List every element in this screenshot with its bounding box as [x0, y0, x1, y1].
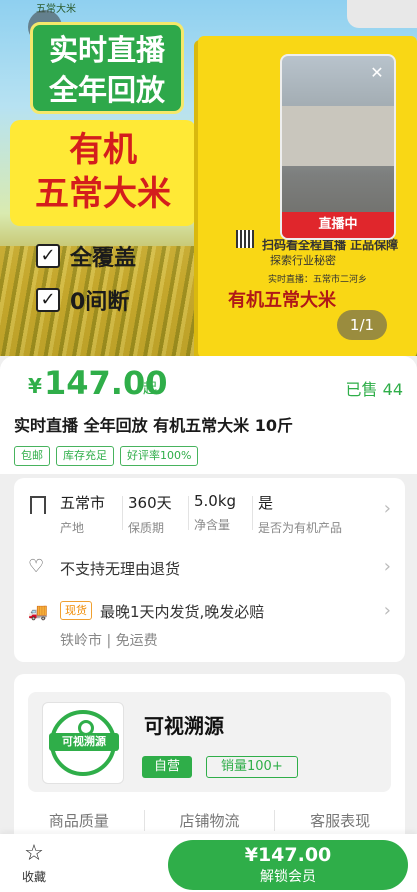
live-badge-line-2: 全年回放	[48, 73, 165, 107]
feature-label: 0间断	[70, 290, 130, 315]
shop-logo: 可视溯源	[42, 702, 124, 784]
package-location-text: 实时直播：五常市二河乡	[268, 275, 368, 285]
tag-rating: 好评率100%	[120, 446, 199, 466]
close-icon[interactable]: ✕	[366, 62, 388, 84]
image-pager: 1/1	[337, 310, 387, 340]
feature-label: 全覆盖	[70, 246, 137, 271]
checkbox-icon: ✓	[36, 288, 60, 312]
chevron-right-icon: ›	[383, 600, 391, 621]
bottom-action-bar: ☆ 收藏 ¥147.00 解锁会员	[0, 834, 417, 892]
product-title: 实时直播 全年回放 有机五常大米 10斤	[14, 416, 293, 435]
spec-divider	[252, 496, 253, 530]
sales-badge: 销量100+	[206, 756, 298, 778]
camera-icon	[347, 0, 417, 28]
live-badge-line-1: 实时直播	[48, 33, 165, 67]
live-video-preview[interactable]: ✕ 直播中	[280, 54, 396, 240]
spec-value: 是	[258, 494, 274, 512]
checkbox-icon: ✓	[36, 244, 60, 268]
spec-divider	[188, 496, 189, 530]
spec-key: 是否为有机产品	[258, 521, 343, 535]
chevron-right-icon: ›	[383, 556, 391, 577]
spec-key: 产地	[60, 521, 85, 535]
spec-value: 5.0kg	[194, 492, 237, 510]
product-image-carousel[interactable]: 五常大米 ‹ 实时直播 全年回放 有机 五常大米 ✓ 全覆盖 ✓ 0间断 扫码看…	[0, 0, 417, 356]
package-product-text: 有机五常大米	[228, 290, 336, 311]
spec-value: 360天	[128, 494, 172, 512]
package-explore-text: 探索行业秘密	[270, 254, 336, 267]
qr-code-icon	[236, 230, 254, 248]
shop-card: 可视溯源 可视溯源 自营 销量100+ 商品质量 店铺物流 客服表现	[14, 674, 405, 844]
favorite-label: 收藏	[21, 870, 46, 884]
chevron-right-icon: ›	[383, 498, 391, 519]
self-operated-badge: 自营	[142, 756, 193, 778]
price-row: ¥ 147.00 起 已售 44	[14, 356, 403, 410]
tag-free-shipping: 包邮	[14, 446, 50, 466]
truck-icon: 🚚	[28, 602, 48, 621]
return-policy-row[interactable]: ♡ 不支持无理由退货 ›	[14, 556, 405, 580]
product-specs-card: 五常市 产地 360天 保质期 5.0kg 净含量 是 是否为有机产品 › ♡ …	[14, 478, 405, 662]
heart-broken-icon: ♡	[28, 556, 45, 577]
product-info-card: ¥ 147.00 起 已售 44 实时直播 全年回放 有机五常大米 10斤 包邮…	[0, 356, 417, 474]
tag-in-stock: 库存充足	[56, 446, 114, 466]
product-name-line-1: 有机	[69, 130, 137, 170]
metric-customer-service: 客服表现	[310, 812, 371, 830]
product-name-badge: 有机 五常大米	[10, 120, 196, 226]
favorite-button[interactable]: ☆ 收藏	[14, 842, 54, 885]
shipping-text: 最晚1天内发货,晚发必赔	[100, 603, 265, 621]
shop-logo-text: 可视溯源	[49, 733, 119, 751]
spec-organic: 是 是否为有机产品	[258, 492, 342, 536]
product-tags: 包邮 库存充足 好评率100%	[14, 446, 403, 466]
shop-metrics: 商品质量 店铺物流 客服表现	[14, 810, 405, 831]
shipping-origin: 铁岭市 | 免运费	[60, 633, 158, 649]
star-icon: ☆	[24, 841, 44, 866]
spec-key: 保质期	[128, 521, 165, 535]
in-stock-badge: 现货	[60, 601, 92, 620]
buy-subtitle: 解锁会员	[260, 869, 316, 885]
warehouse-image	[282, 106, 394, 166]
spec-value: 五常市	[60, 494, 106, 512]
live-replay-badge: 实时直播 全年回放	[30, 22, 184, 114]
price-currency: ¥	[28, 374, 42, 398]
product-name-line-2: 五常大米	[35, 174, 171, 214]
spec-net-weight: 5.0kg 净含量	[194, 492, 236, 533]
spec-key: 净含量	[194, 518, 231, 532]
shop-name: 可视溯源	[144, 714, 224, 738]
bookmark-icon	[30, 496, 46, 514]
buy-button[interactable]: ¥147.00 解锁会员	[168, 840, 408, 890]
spec-origin: 五常市 产地	[60, 492, 105, 536]
spec-shelf-life: 360天 保质期	[128, 492, 172, 536]
metric-logistics: 店铺物流	[145, 810, 276, 831]
price-suffix: 起	[143, 381, 157, 397]
shop-header[interactable]: 可视溯源 可视溯源 自营 销量100+	[28, 692, 391, 792]
feature-full-coverage: ✓ 全覆盖	[36, 240, 136, 272]
sold-count: 已售 44	[345, 380, 403, 399]
metric-product-quality: 商品质量	[14, 810, 145, 831]
buy-price: ¥147.00	[244, 844, 332, 866]
live-video-label: 直播中	[282, 212, 394, 238]
feature-no-interruption: ✓ 0间断	[36, 284, 129, 316]
spec-divider	[122, 496, 123, 530]
return-policy-text: 不支持无理由退货	[60, 560, 181, 578]
shipping-row[interactable]: 🚚 现货 最晚1天内发货,晚发必赔 铁岭市 | 免运费 ›	[14, 600, 405, 654]
spec-attributes-row[interactable]: 五常市 产地 360天 保质期 5.0kg 净含量 是 是否为有机产品 ›	[14, 492, 405, 536]
